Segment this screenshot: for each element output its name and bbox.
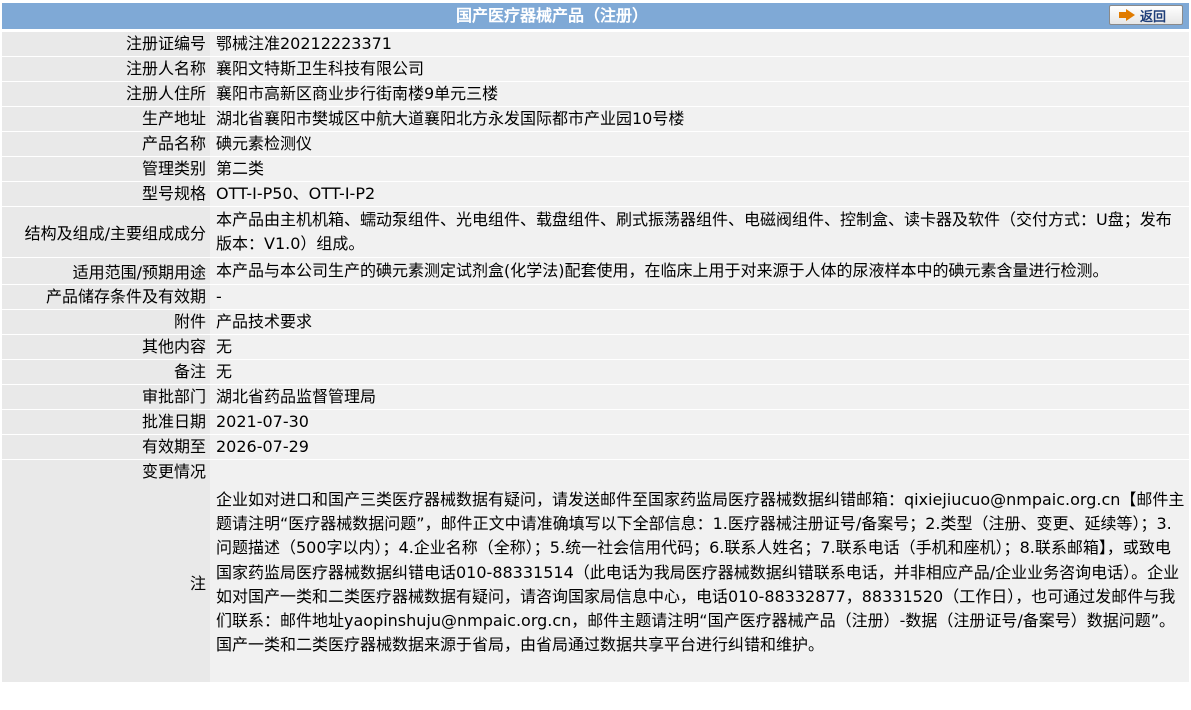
- table-row: 审批部门 湖北省药品监督管理局: [2, 385, 1189, 409]
- row-label: 审批部门: [2, 385, 210, 409]
- row-label: 附件: [2, 310, 210, 334]
- change-history-label: 变更情况: [141, 462, 206, 481]
- row-label: 有效期至: [2, 435, 210, 459]
- row-label: 注册人名称: [2, 57, 210, 81]
- note-label: 注: [189, 574, 206, 593]
- row-label: 结构及组成/主要组成成分: [2, 207, 210, 257]
- row-value: 湖北省襄阳市樊城区中航大道襄阳北方永发国际都市产业园10号楼: [210, 107, 1189, 131]
- row-label: 管理类别: [2, 157, 210, 181]
- row-value: 本产品与本公司生产的碘元素测定试剂盒(化学法)配套使用，在临床上用于对来源于人体…: [210, 258, 1189, 284]
- table-row: 注册证编号 鄂械注准20212223371: [2, 32, 1189, 56]
- table-row: 附件 产品技术要求: [2, 310, 1189, 334]
- row-value: 2026-07-29: [210, 435, 1189, 459]
- table-row: 其他内容 无: [2, 335, 1189, 359]
- back-button[interactable]: 返回: [1109, 5, 1183, 25]
- table-row: 生产地址 湖北省襄阳市樊城区中航大道襄阳北方永发国际都市产业园10号楼: [2, 107, 1189, 131]
- table-row: 结构及组成/主要组成成分 本产品由主机机箱、蠕动泵组件、光电组件、载盘组件、刷式…: [2, 207, 1189, 257]
- table-row: 注册人名称 襄阳文特斯卫生科技有限公司: [2, 57, 1189, 81]
- row-value: 产品技术要求: [210, 310, 1189, 334]
- page-title: 国产医疗器械产品（注册）: [455, 6, 648, 25]
- row-label: 备注: [2, 360, 210, 384]
- table-row: 适用范围/预期用途 本产品与本公司生产的碘元素测定试剂盒(化学法)配套使用，在临…: [2, 258, 1189, 284]
- table-row: 型号规格 OTT-I-P50、OTT-I-P2: [2, 182, 1189, 206]
- row-value: 碘元素检测仪: [210, 132, 1189, 156]
- table-row: 有效期至 2026-07-29: [2, 435, 1189, 459]
- note-label-cell: 变更情况 注: [2, 460, 210, 682]
- row-value: -: [210, 285, 1189, 309]
- detail-table: 注册证编号 鄂械注准20212223371 注册人名称 襄阳文特斯卫生科技有限公…: [2, 31, 1189, 683]
- back-button-label: 返回: [1139, 9, 1166, 25]
- row-value: 鄂械注准20212223371: [210, 32, 1189, 56]
- row-value: OTT-I-P50、OTT-I-P2: [210, 182, 1189, 206]
- row-label: 其他内容: [2, 335, 210, 359]
- row-value: 本产品由主机机箱、蠕动泵组件、光电组件、载盘组件、刷式振荡器组件、电磁阀组件、控…: [210, 207, 1189, 257]
- row-label: 注册证编号: [2, 32, 210, 56]
- table-row: 产品储存条件及有效期 -: [2, 285, 1189, 309]
- row-label: 批准日期: [2, 410, 210, 434]
- row-value: 2021-07-30: [210, 410, 1189, 434]
- row-value: 无: [210, 335, 1189, 359]
- table-row: 管理类别 第二类: [2, 157, 1189, 181]
- note-text: 企业如对进口和国产三类医疗器械数据有疑问，请发送邮件至国家药监局医疗器械数据纠错…: [216, 490, 1185, 655]
- table-row: 产品名称 碘元素检测仪: [2, 132, 1189, 156]
- row-label: 生产地址: [2, 107, 210, 131]
- row-value: 湖北省药品监督管理局: [210, 385, 1189, 409]
- arrow-right-icon: [1118, 9, 1135, 21]
- table-row: 批准日期 2021-07-30: [2, 410, 1189, 434]
- row-label: 适用范围/预期用途: [2, 258, 210, 284]
- row-value: 无: [210, 360, 1189, 384]
- note-cell: 企业如对进口和国产三类医疗器械数据有疑问，请发送邮件至国家药监局医疗器械数据纠错…: [210, 460, 1189, 682]
- row-label: 产品储存条件及有效期: [2, 285, 210, 309]
- table-row-note: 变更情况 注 企业如对进口和国产三类医疗器械数据有疑问，请发送邮件至国家药监局医…: [2, 460, 1189, 682]
- row-label: 注册人住所: [2, 82, 210, 106]
- title-bar: 国产医疗器械产品（注册） 返回: [2, 3, 1189, 30]
- row-label: 产品名称: [2, 132, 210, 156]
- page: 国产医疗器械产品（注册） 返回 注册证编号 鄂械注准20212223371 注册…: [0, 0, 1191, 710]
- table-row: 注册人住所 襄阳市高新区商业步行街南楼9单元三楼: [2, 82, 1189, 106]
- row-value: 第二类: [210, 157, 1189, 181]
- row-label: 型号规格: [2, 182, 210, 206]
- table-row: 备注 无: [2, 360, 1189, 384]
- row-value: 襄阳文特斯卫生科技有限公司: [210, 57, 1189, 81]
- row-value: 襄阳市高新区商业步行街南楼9单元三楼: [210, 82, 1189, 106]
